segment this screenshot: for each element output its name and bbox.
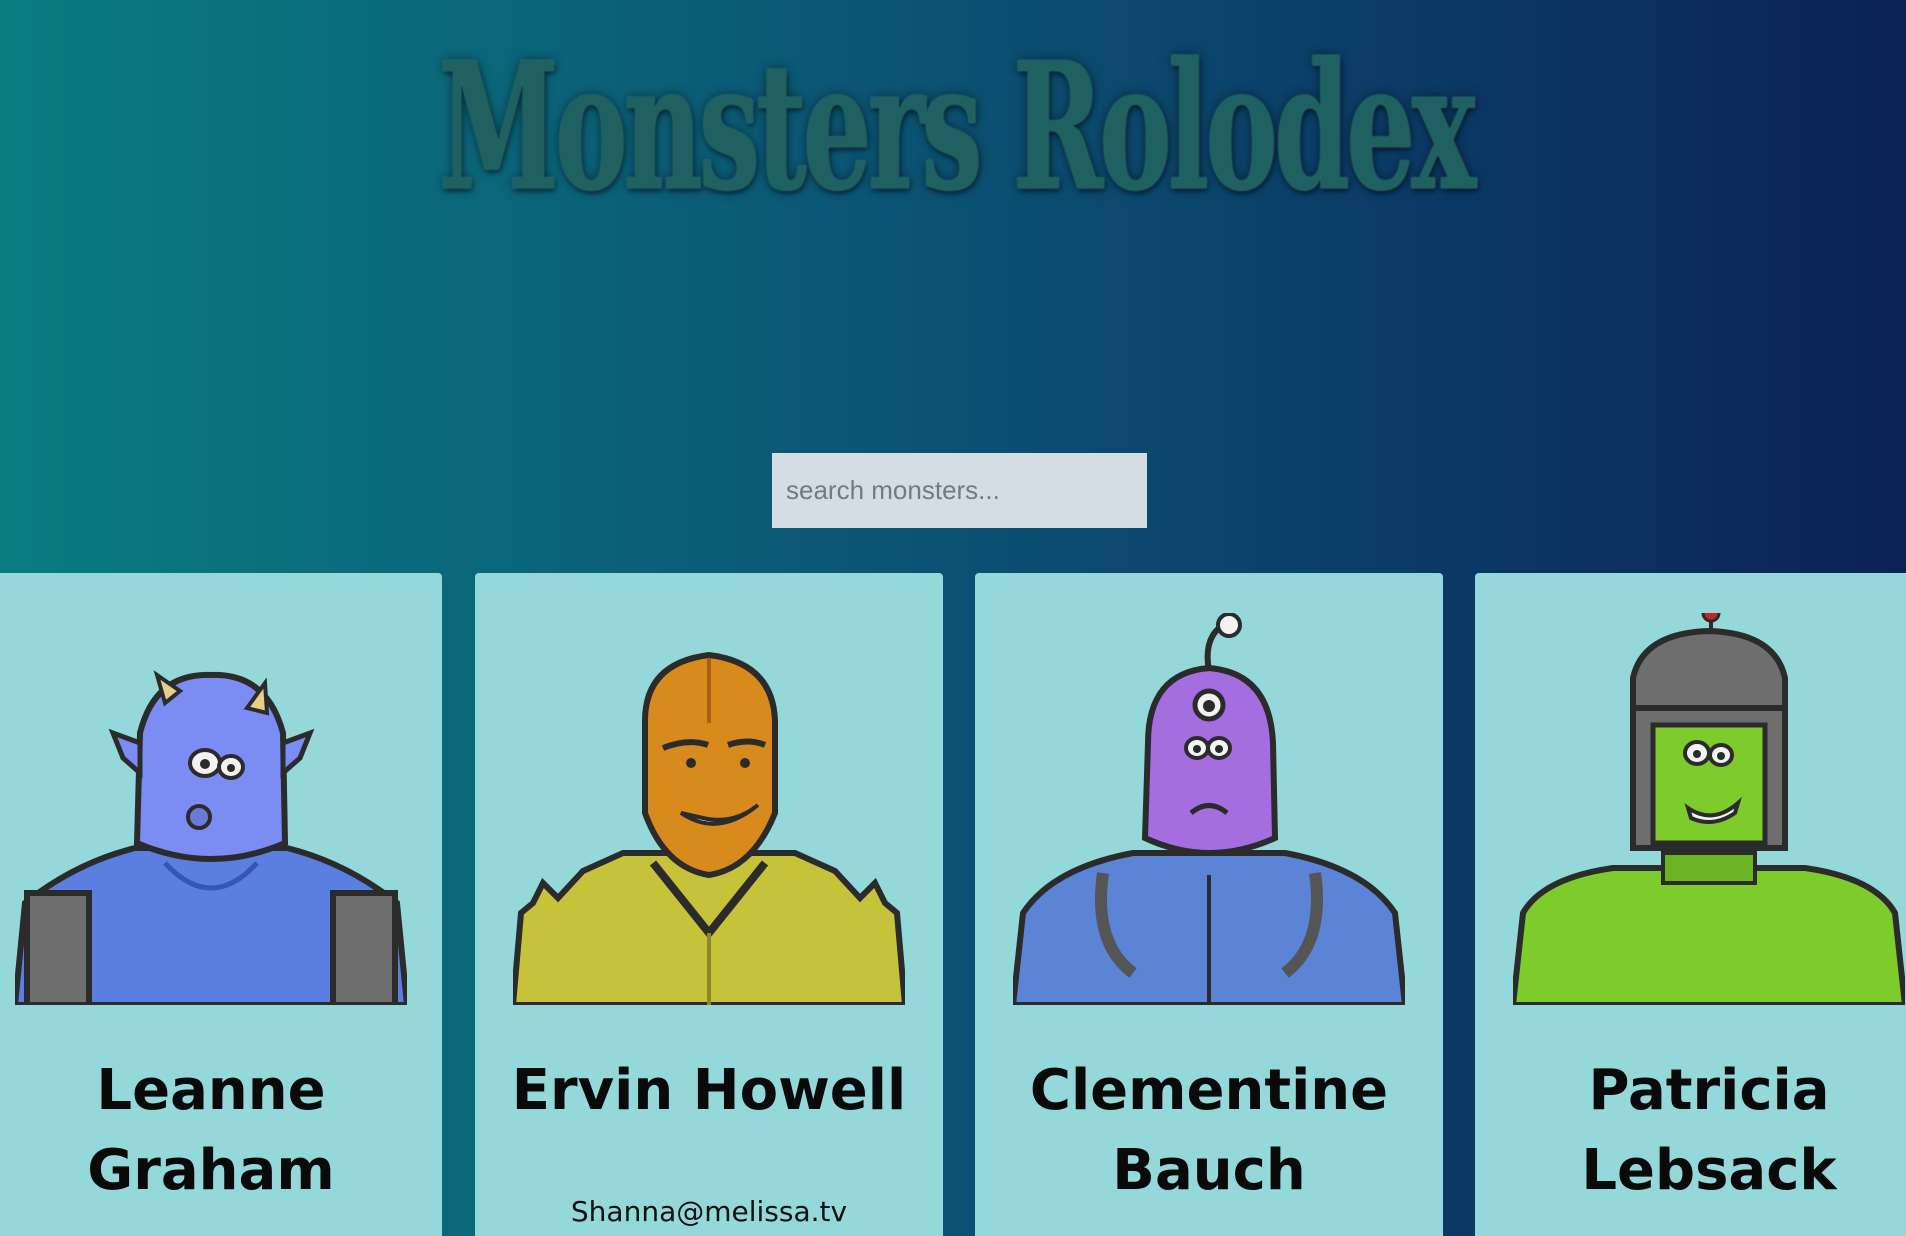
app-title: Monsters Rolodex [438,25,1477,230]
blue-horned-monster-icon [15,670,407,1005]
orange-spiky-monster-icon [513,651,905,1005]
search-input[interactable] [772,453,1147,528]
monster-card[interactable]: Patricia Lebsack [1475,573,1906,1236]
monster-name: Clementine Bauch [1029,1058,1389,1203]
green-helmet-monster-icon [1513,613,1905,1005]
monster-name: Leanne Graham [87,1058,335,1203]
monster-name: Patricia Lebsack [1581,1058,1837,1203]
monster-card[interactable]: Ervin Howell Shanna@melissa.tv [475,573,943,1236]
monster-email: Shanna@melissa.tv [570,1195,848,1228]
monster-card[interactable]: Leanne Graham [0,573,442,1236]
monster-name: Ervin Howell [511,1058,907,1123]
purple-cyclops-robot-monster-icon [1013,613,1405,1005]
monster-card[interactable]: Clementine Bauch [975,573,1443,1236]
card-list: Leanne Graham Ervin Howell Shanna@meliss… [0,573,1906,1236]
